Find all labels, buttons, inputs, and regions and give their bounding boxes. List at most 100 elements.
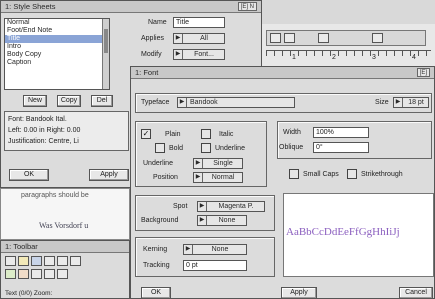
popup-arrow-icon: ▶ <box>184 245 193 254</box>
style-info-margins: Left: 0.00 in Right: 0.00 <box>8 127 81 134</box>
select-tool-icon[interactable] <box>5 256 16 266</box>
picture-tool-icon[interactable] <box>31 256 42 266</box>
popup-arrow-icon: ▶ <box>198 216 207 225</box>
list-item[interactable]: Normal <box>5 19 109 27</box>
delete-style-button[interactable]: Del <box>91 95 113 107</box>
style-name-field[interactable]: Title <box>173 17 225 28</box>
plain-checkbox[interactable]: ✓ <box>141 129 151 139</box>
ruler-number: 2 <box>332 54 336 61</box>
background-colour-popup[interactable]: ▶ None <box>197 215 247 226</box>
table-tool-icon[interactable] <box>57 269 68 279</box>
position-label: Position <box>153 174 178 181</box>
preview-text: AaBbCcDdEeFfGgHhIiJj <box>286 226 400 238</box>
font-preview: AaBbCcDdEeFfGgHhIiJj <box>283 193 434 277</box>
spot-label: Spot <box>173 203 188 210</box>
style-apply-button[interactable]: Apply <box>89 169 129 181</box>
popup-arrow-icon: ▶ <box>174 34 183 43</box>
popup-arrow-icon: ▶ <box>194 173 203 182</box>
width-field[interactable]: 100% <box>313 127 369 138</box>
typeface-popup[interactable]: ▶ Bandook <box>177 97 295 108</box>
width-label: Width <box>283 129 301 136</box>
font-cancel-button[interactable]: Cancel <box>399 287 433 299</box>
style-ok-button[interactable]: OK <box>9 169 49 181</box>
popup-arrow-icon: ▶ <box>174 50 183 59</box>
list-item[interactable]: Body Copy <box>5 51 109 59</box>
close-icon[interactable]: [E] <box>416 68 430 77</box>
line-tool-icon[interactable] <box>44 256 55 266</box>
font-apply-button[interactable]: Apply <box>281 287 317 299</box>
applies-label: Applies <box>141 35 164 42</box>
ruler-center-icon[interactable] <box>284 33 295 43</box>
style-info-box: Font: Bandook Ital. Left: 0.00 in Right:… <box>4 111 129 151</box>
bold-checkbox[interactable] <box>155 143 165 153</box>
oblique-label: Oblique <box>279 144 304 151</box>
underline-label: Underline <box>143 160 173 167</box>
style-list[interactable]: Normal Foot/End Note Title Intro Body Co… <box>4 18 110 90</box>
strikethrough-checkbox[interactable] <box>347 169 357 179</box>
scroll-thumb[interactable] <box>104 29 108 53</box>
strikethrough-label: Strikethrough <box>361 171 403 178</box>
list-item-selected[interactable]: Title <box>5 35 109 43</box>
rotate-tool-icon[interactable] <box>31 269 42 279</box>
popup-arrow-icon: ▶ <box>394 98 403 107</box>
copy-style-button[interactable]: Copy <box>57 95 81 107</box>
style-info-font: Font: Bandook Ital. <box>8 116 67 123</box>
document-area: paragraphs should be Was Vorsdorf u <box>0 188 130 240</box>
oblique-field[interactable]: 0° <box>313 142 369 153</box>
ruler-number: 3 <box>372 54 376 61</box>
box-tool-icon[interactable] <box>57 256 68 266</box>
ruler-scale <box>266 50 431 62</box>
popup-arrow-icon: ▶ <box>178 98 187 107</box>
underline-popup[interactable]: ▶ Single <box>193 158 243 169</box>
background-label: Background <box>141 217 179 224</box>
font-dialog-titlebar[interactable]: 1: Font <box>131 67 434 79</box>
font-dialog: 1: Font [E] Typeface ▶ Bandook Size ▶ 18… <box>130 66 435 299</box>
position-popup[interactable]: ▶ Normal <box>193 172 243 183</box>
spot-colour-popup[interactable]: ▶ Magenta P. <box>197 201 265 212</box>
ruler-justify-icon[interactable] <box>372 33 383 43</box>
window-controls[interactable]: [E] N <box>237 2 257 11</box>
ruler-right-icon[interactable] <box>318 33 329 43</box>
small-caps-label: Small Caps <box>303 171 339 178</box>
applies-popup[interactable]: ▶ All <box>173 33 225 44</box>
list-item[interactable]: Foot/End Note <box>5 27 109 35</box>
toolbar-titlebar[interactable]: 1: Toolbar <box>1 241 129 253</box>
link-tool-icon[interactable] <box>5 269 16 279</box>
kerning-popup[interactable]: ▶ None <box>183 244 247 255</box>
new-style-button[interactable]: New <box>23 95 47 107</box>
document-text: paragraphs should be <box>21 192 89 199</box>
document-text: Was Vorsdorf u <box>39 221 89 230</box>
plain-label: Plain <box>165 131 181 138</box>
list-item[interactable]: Intro <box>5 43 109 51</box>
ruler-number: 1 <box>292 54 296 61</box>
font-ok-button[interactable]: OK <box>141 287 171 299</box>
name-label: Name <box>148 19 167 26</box>
small-caps-checkbox[interactable] <box>289 169 299 179</box>
underline-checkbox[interactable] <box>201 143 211 153</box>
ruler-number: 4 <box>412 54 416 61</box>
ruler-bar: 1 2 3 4 <box>262 24 435 70</box>
kerning-group <box>135 237 275 277</box>
italic-checkbox[interactable] <box>201 129 211 139</box>
popup-arrow-icon: ▶ <box>198 202 207 211</box>
style-info-justification: Justification: Centre, Li <box>8 138 79 145</box>
tracking-field[interactable]: 0 pt <box>183 260 247 271</box>
zoom-tool-icon[interactable] <box>70 256 81 266</box>
underline-style-label: Underline <box>215 145 245 152</box>
unlink-tool-icon[interactable] <box>18 269 29 279</box>
size-label: Size <box>375 99 389 106</box>
text-tool-icon[interactable] <box>18 256 29 266</box>
modify-popup[interactable]: ▶ Font... <box>173 49 225 60</box>
list-scrollbar[interactable] <box>102 19 109 89</box>
style-sheets-titlebar[interactable]: 1: Style Sheets <box>1 1 261 13</box>
window-title: 1: Font <box>135 68 159 77</box>
window-title: 1: Toolbar <box>5 242 38 251</box>
window-title: 1: Style Sheets <box>5 2 56 11</box>
list-item[interactable]: Caption <box>5 59 109 67</box>
crop-tool-icon[interactable] <box>44 269 55 279</box>
ruler-left-icon[interactable] <box>270 33 281 43</box>
size-popup[interactable]: ▶ 18 pt <box>393 97 429 108</box>
toolbar-window: 1: Toolbar Text (0/0) Zoom: <box>0 240 130 299</box>
bold-label: Bold <box>169 145 184 152</box>
tracking-label: Tracking <box>143 262 170 269</box>
